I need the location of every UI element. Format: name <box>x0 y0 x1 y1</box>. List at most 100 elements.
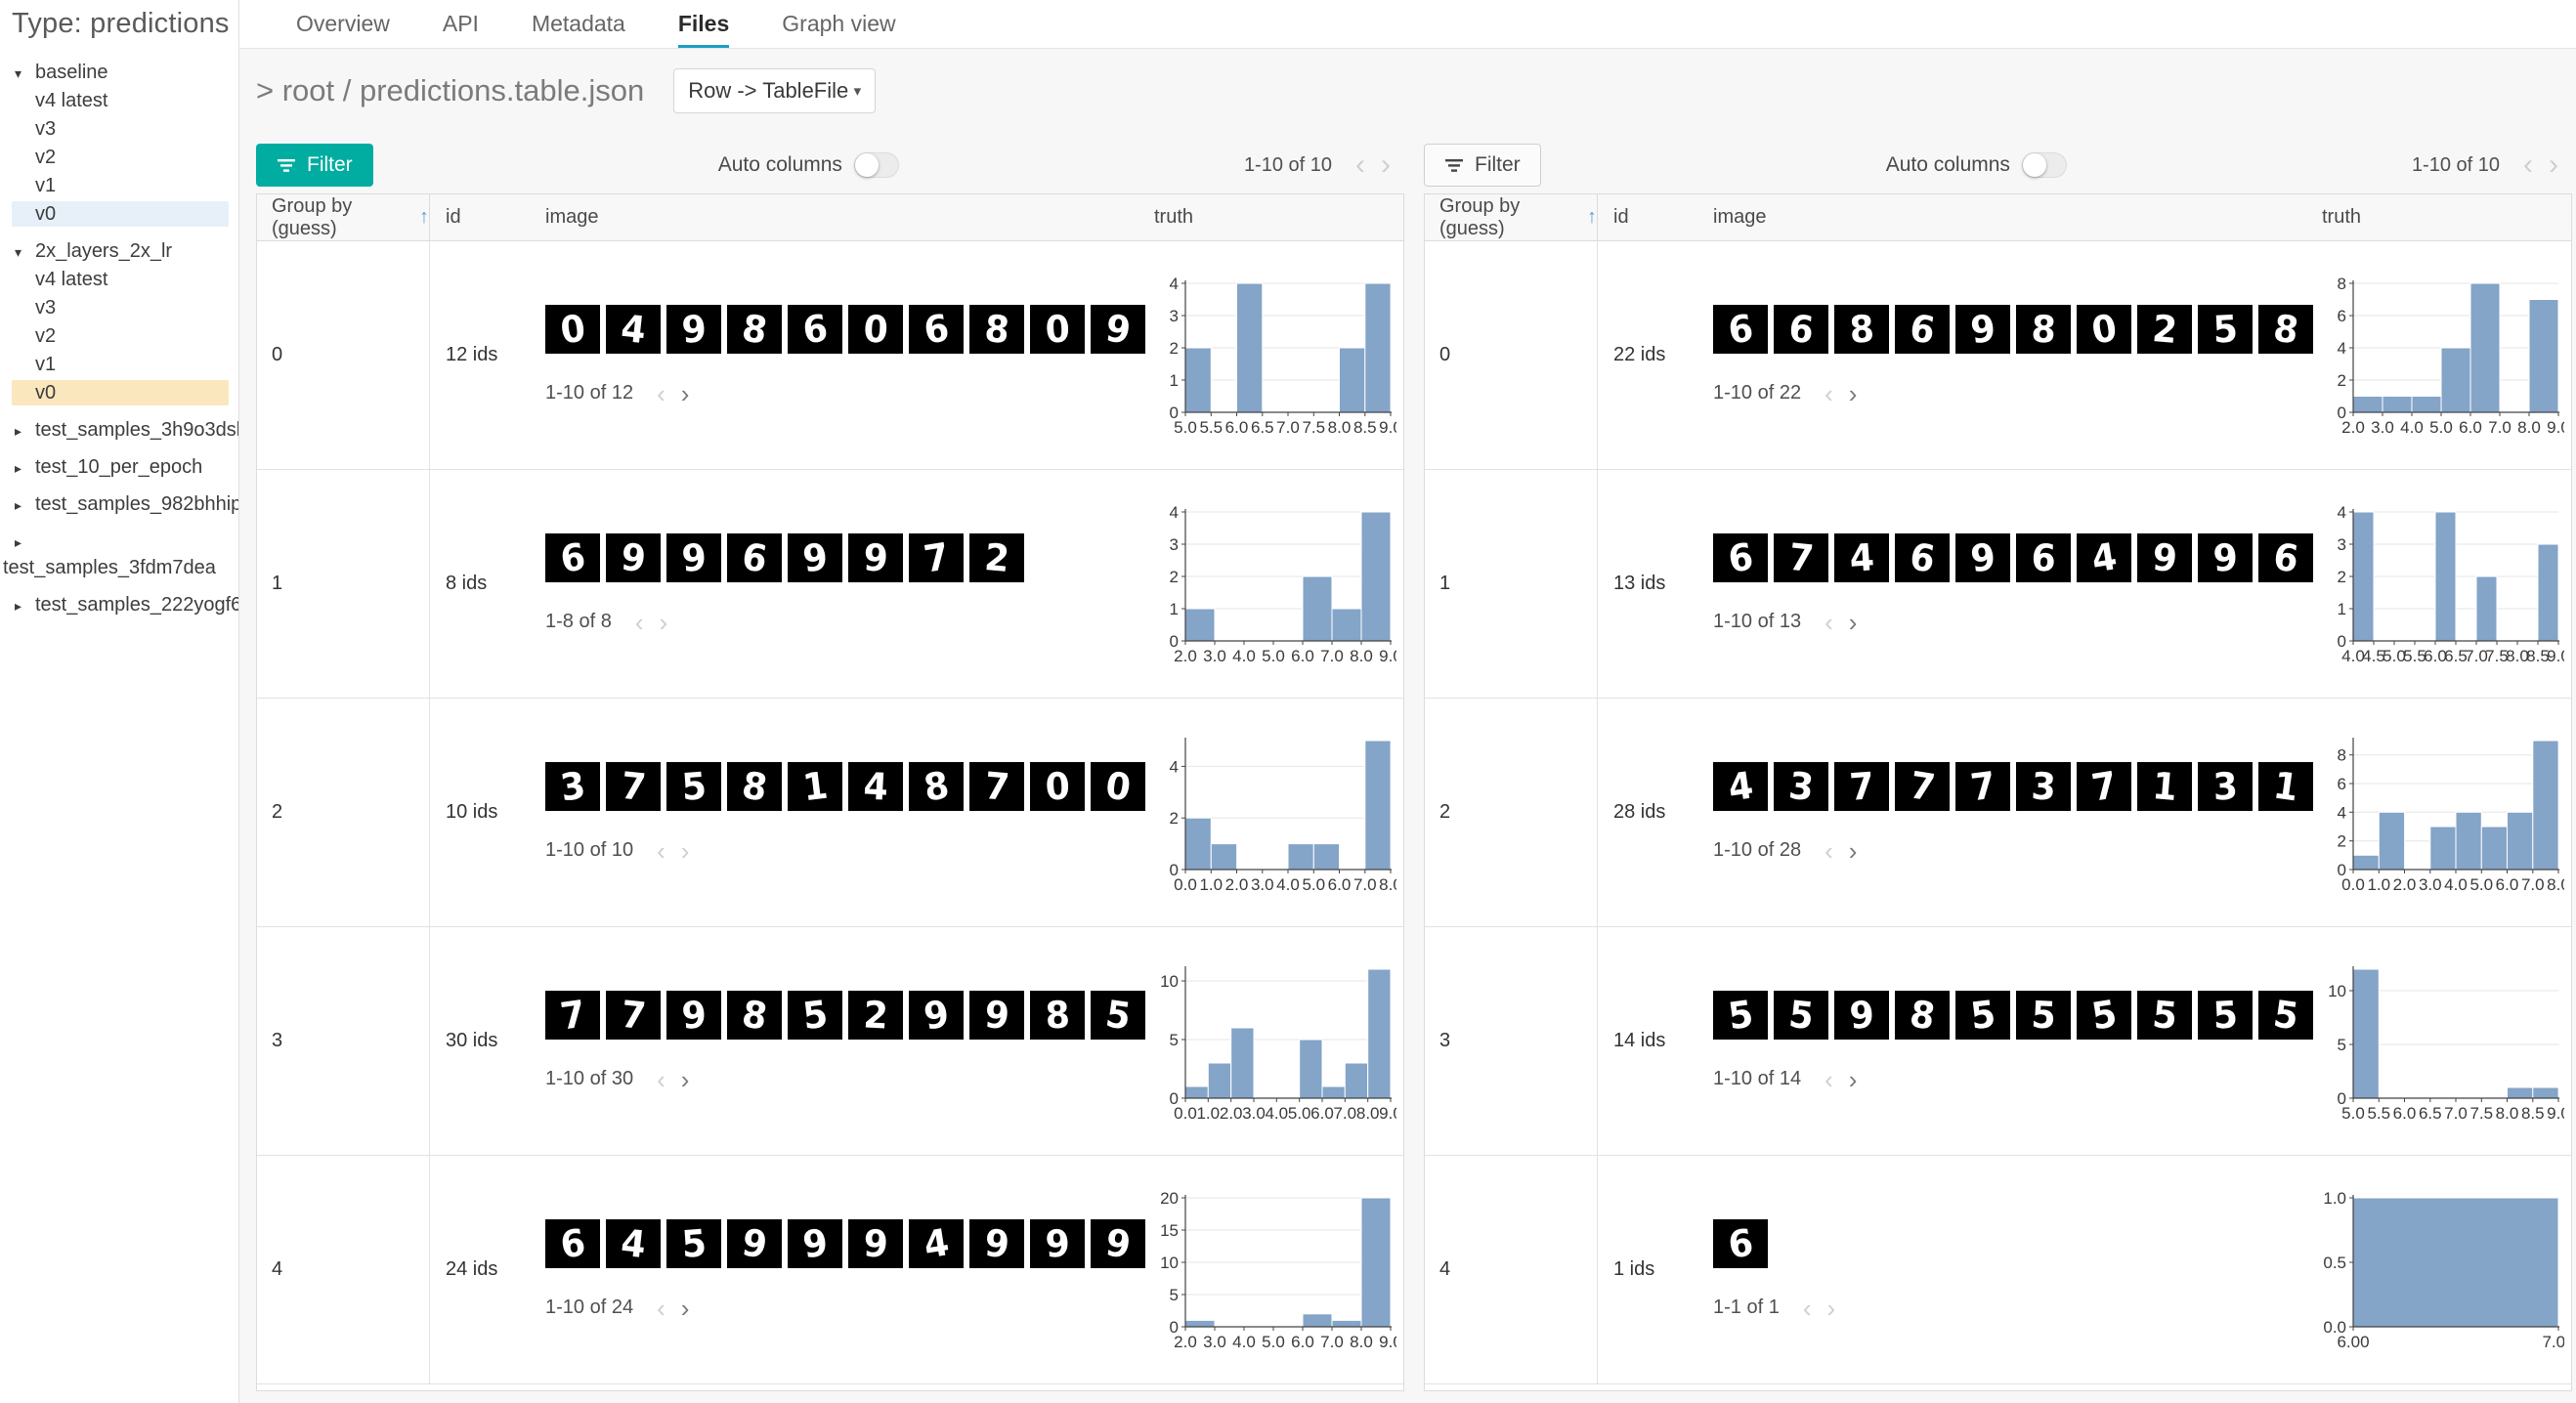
mnist-digit-image[interactable]: 1 <box>788 761 842 811</box>
sidebar-version-2x-layers-2x-lr-v3[interactable]: v3 <box>12 295 229 320</box>
mnist-digit-image[interactable]: 3 <box>2198 761 2253 811</box>
mnist-digit-image[interactable]: 6 <box>2258 532 2313 582</box>
row-next-page-icon[interactable]: › <box>681 1067 690 1092</box>
mnist-digit-image[interactable]: 0 <box>1030 304 1085 354</box>
tab-metadata[interactable]: Metadata <box>532 0 625 48</box>
mnist-digit-image[interactable]: 8 <box>727 304 782 354</box>
sidebar-item-test-samples-3fdm7dea[interactable]: ▸ test_samples_3fdm7dea <box>3 529 229 580</box>
mnist-digit-image[interactable]: 8 <box>2016 304 2071 354</box>
row-next-page-icon[interactable]: › <box>681 381 690 406</box>
mnist-digit-image[interactable]: 5 <box>2137 990 2192 1040</box>
filter-button[interactable]: Filter <box>256 144 373 187</box>
mnist-digit-image[interactable]: 4 <box>606 304 661 354</box>
mnist-digit-image[interactable]: 6 <box>727 532 782 582</box>
mnist-digit-image[interactable]: 3 <box>2016 761 2071 811</box>
tab-overview[interactable]: Overview <box>296 0 390 48</box>
sidebar-version-baseline-v2[interactable]: v2 <box>12 145 229 170</box>
mnist-digit-image[interactable]: 6 <box>2016 532 2071 582</box>
mnist-digit-image[interactable]: 9 <box>2198 532 2253 582</box>
mnist-digit-image[interactable]: 9 <box>788 532 842 582</box>
mnist-digit-image[interactable]: 8 <box>1030 990 1085 1040</box>
mnist-digit-image[interactable]: 7 <box>969 761 1024 811</box>
sidebar-item-baseline[interactable]: ▾ baseline <box>12 60 229 85</box>
mnist-digit-image[interactable]: 6 <box>1713 304 1768 354</box>
sidebar-version-baseline-v1[interactable]: v1 <box>12 173 229 198</box>
mnist-digit-image[interactable]: 6 <box>1774 304 1828 354</box>
tab-files[interactable]: Files <box>677 0 730 48</box>
mnist-digit-image[interactable]: 8 <box>2258 304 2313 354</box>
sidebar-item-test-samples-982bhhip[interactable]: ▸ test_samples_982bhhip <box>12 491 238 517</box>
mnist-digit-image[interactable]: 0 <box>848 304 903 354</box>
mnist-digit-image[interactable]: 5 <box>2198 304 2253 354</box>
row-next-page-icon[interactable]: › <box>1849 610 1858 635</box>
mnist-digit-image[interactable]: 9 <box>848 532 903 582</box>
tab-api[interactable]: API <box>443 0 479 48</box>
mnist-digit-image[interactable]: 4 <box>2077 532 2131 582</box>
mnist-digit-image[interactable]: 7 <box>909 532 964 582</box>
mnist-digit-image[interactable]: 5 <box>2198 990 2253 1040</box>
sidebar-version-2x-layers-2x-lr-v0[interactable]: v0 <box>12 380 229 405</box>
mnist-digit-image[interactable]: 9 <box>1955 532 2010 582</box>
sidebar-version-baseline-v0[interactable]: v0 <box>12 201 229 227</box>
mnist-digit-image[interactable]: 9 <box>1091 1218 1145 1268</box>
column-header-image[interactable]: image <box>1680 206 2320 229</box>
column-header-image[interactable]: image <box>512 206 1152 229</box>
sidebar-item-2x-layers-2x-lr[interactable]: ▾ 2x_layers_2x_lr <box>12 238 229 264</box>
mnist-digit-image[interactable]: 6 <box>909 304 964 354</box>
mnist-digit-image[interactable]: 8 <box>1895 990 1950 1040</box>
column-header-truth[interactable]: truth <box>1152 206 1403 229</box>
mnist-digit-image[interactable]: 9 <box>1091 304 1145 354</box>
sidebar-version-baseline-v4-latest[interactable]: v4 latest <box>12 88 229 113</box>
mnist-digit-image[interactable]: 0 <box>1030 761 1085 811</box>
mnist-digit-image[interactable]: 2 <box>848 990 903 1040</box>
mnist-digit-image[interactable]: 4 <box>606 1218 661 1268</box>
mnist-digit-image[interactable]: 7 <box>2077 761 2131 811</box>
mnist-digit-image[interactable]: 0 <box>545 304 600 354</box>
mnist-digit-image[interactable]: 7 <box>1834 761 1889 811</box>
row-next-page-icon[interactable]: › <box>1849 1067 1858 1092</box>
mnist-digit-image[interactable]: 3 <box>545 761 600 811</box>
mnist-digit-image[interactable]: 8 <box>727 761 782 811</box>
mnist-digit-image[interactable]: 9 <box>2137 532 2192 582</box>
mnist-digit-image[interactable]: 8 <box>1834 304 1889 354</box>
mnist-digit-image[interactable]: 5 <box>1955 990 2010 1040</box>
sidebar-version-baseline-v3[interactable]: v3 <box>12 116 229 142</box>
mnist-digit-image[interactable]: 5 <box>1091 990 1145 1040</box>
mnist-digit-image[interactable]: 9 <box>969 1218 1024 1268</box>
sidebar-version-2x-layers-2x-lr-v1[interactable]: v1 <box>12 352 229 377</box>
mnist-digit-image[interactable]: 1 <box>2137 761 2192 811</box>
mnist-digit-image[interactable]: 8 <box>909 761 964 811</box>
mnist-digit-image[interactable]: 5 <box>1774 990 1828 1040</box>
auto-columns-toggle[interactable] <box>2021 152 2067 178</box>
mnist-digit-image[interactable]: 6 <box>1713 1218 1768 1268</box>
mnist-digit-image[interactable]: 7 <box>1955 761 2010 811</box>
mnist-digit-image[interactable]: 7 <box>1774 532 1828 582</box>
column-header-group-by-guess[interactable]: Group by (guess) ↑ <box>1425 194 1598 240</box>
mnist-digit-image[interactable]: 5 <box>666 761 721 811</box>
mnist-digit-image[interactable]: 9 <box>848 1218 903 1268</box>
mnist-digit-image[interactable]: 6 <box>788 304 842 354</box>
mnist-digit-image[interactable]: 6 <box>545 532 600 582</box>
mnist-digit-image[interactable]: 2 <box>2137 304 2192 354</box>
mnist-digit-image[interactable]: 6 <box>1895 304 1950 354</box>
mnist-digit-image[interactable]: 7 <box>545 990 600 1040</box>
mnist-digit-image[interactable]: 6 <box>1895 532 1950 582</box>
column-header-id[interactable]: id <box>430 206 512 229</box>
filter-button[interactable]: Filter <box>1424 144 1541 187</box>
row-mapping-dropdown[interactable]: Row -> TableFile ▾ <box>673 68 877 113</box>
mnist-digit-image[interactable]: 7 <box>606 761 661 811</box>
mnist-digit-image[interactable]: 8 <box>969 304 1024 354</box>
mnist-digit-image[interactable]: 7 <box>606 990 661 1040</box>
mnist-digit-image[interactable]: 9 <box>1030 1218 1085 1268</box>
row-next-page-icon[interactable]: › <box>1849 381 1858 406</box>
mnist-digit-image[interactable]: 2 <box>969 532 1024 582</box>
sidebar-item-test-samples-222yogf6[interactable]: ▸ test_samples_222yogf6 <box>12 592 238 617</box>
column-header-truth[interactable]: truth <box>2320 206 2571 229</box>
column-header-id[interactable]: id <box>1598 206 1680 229</box>
mnist-digit-image[interactable]: 9 <box>666 990 721 1040</box>
mnist-digit-image[interactable]: 5 <box>1713 990 1768 1040</box>
mnist-digit-image[interactable]: 3 <box>1774 761 1828 811</box>
mnist-digit-image[interactable]: 4 <box>909 1218 964 1268</box>
sidebar-version-2x-layers-2x-lr-v4-latest[interactable]: v4 latest <box>12 267 229 292</box>
breadcrumb[interactable]: > root / predictions.table.json <box>256 73 644 108</box>
